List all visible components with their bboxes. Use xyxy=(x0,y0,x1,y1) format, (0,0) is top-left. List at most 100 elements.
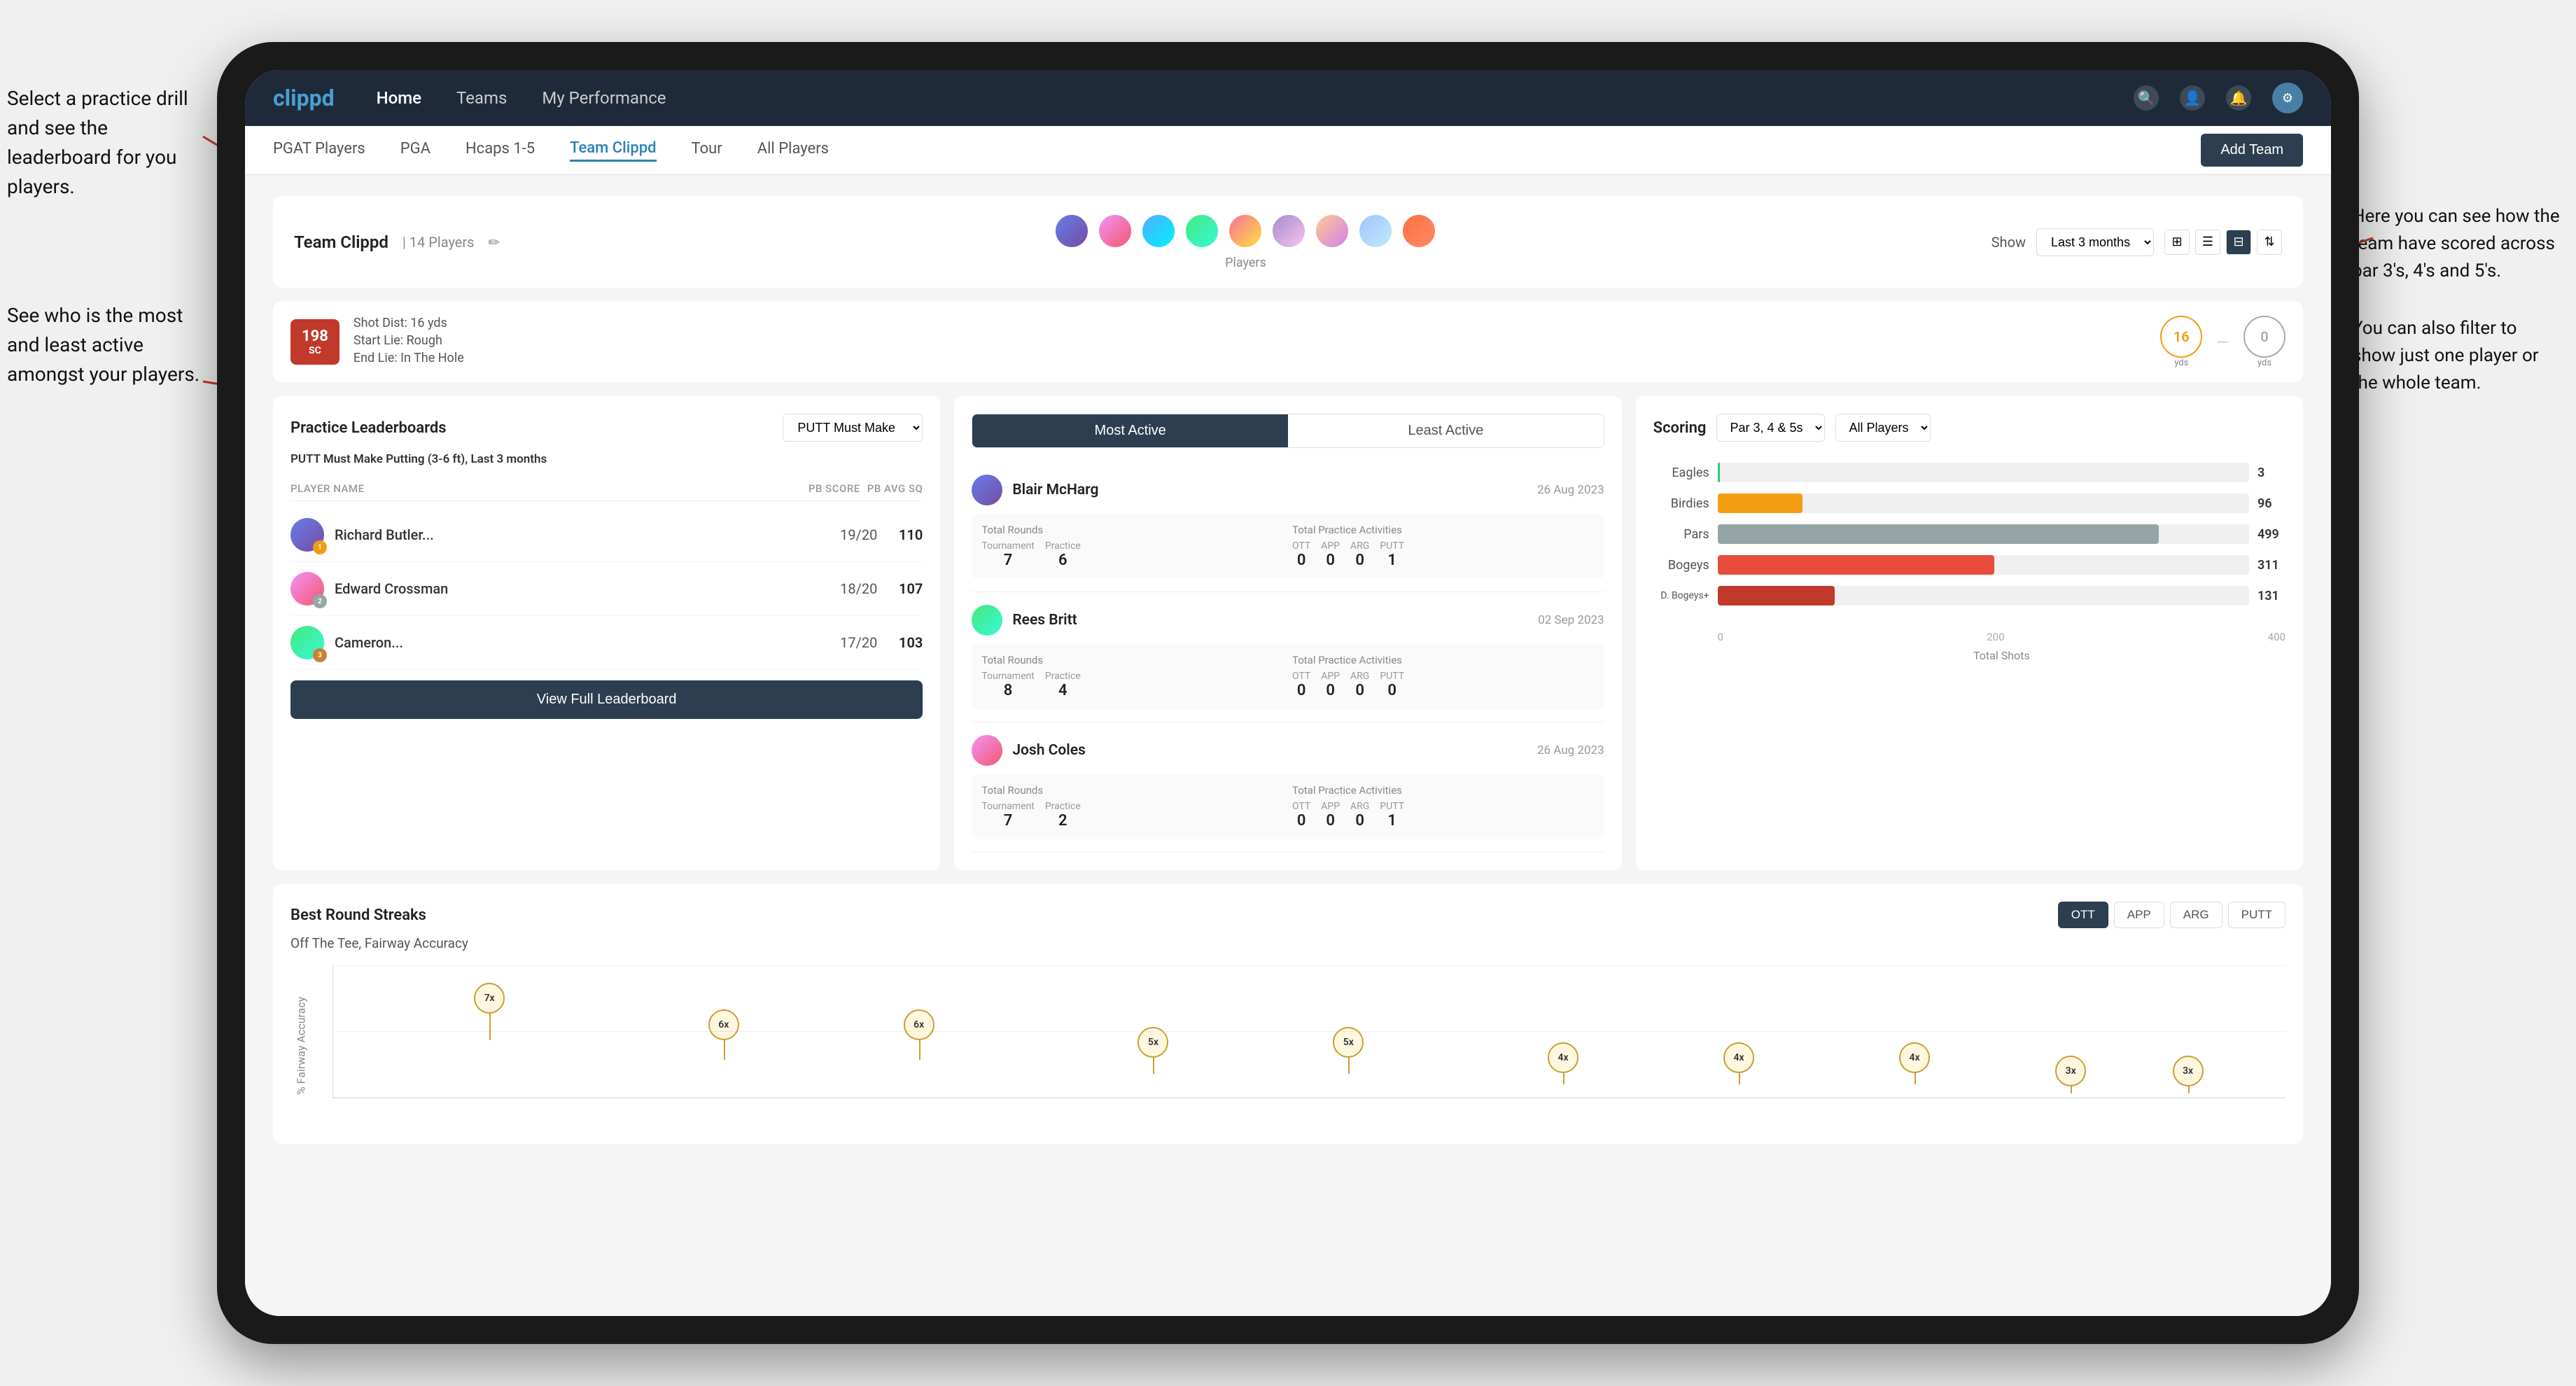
scoring-header: Scoring Par 3, 4 & 5s Par 3s Par 4s Par … xyxy=(1653,414,2286,442)
player-name-3: Cameron... xyxy=(335,634,825,651)
nav-link-teams[interactable]: Teams xyxy=(456,88,507,108)
user-avatar[interactable]: ⚙ xyxy=(2272,83,2303,113)
team-title: Team Clippd xyxy=(294,232,388,252)
activity-player-1: Blair McHarg 26 Aug 2023 xyxy=(972,475,1604,505)
player-name-2: Edward Crossman xyxy=(335,580,825,597)
card-view-icon[interactable]: ⊟ xyxy=(2226,230,2251,255)
edit-icon[interactable]: ✏ xyxy=(489,234,500,251)
streaks-card: Best Round Streaks OTT APP ARG PUTT Off … xyxy=(273,884,2303,1144)
leaderboard-header: PLAYER NAME PB SCORE PB AVG SQ xyxy=(290,477,923,501)
three-col-section: Practice Leaderboards PUTT Must Make Put… xyxy=(273,396,2303,870)
user-icon[interactable]: 👤 xyxy=(2180,85,2205,111)
bell-icon[interactable]: 🔔 xyxy=(2226,85,2251,111)
streaks-tabs: OTT APP ARG PUTT xyxy=(2058,902,2286,928)
bubble-4x-1: 4x xyxy=(1548,1042,1578,1073)
activity-date-2: 02 Sep 2023 xyxy=(1538,613,1604,627)
connector: — xyxy=(2216,332,2230,352)
player-avatar-2: 2 xyxy=(290,572,324,606)
par-filter-select[interactable]: Par 3, 4 & 5s Par 3s Par 4s Par 5s xyxy=(1716,414,1825,442)
subnav-tour[interactable]: Tour xyxy=(692,140,722,160)
view-icons: ⊞ ☰ ⊟ ⇅ xyxy=(2164,230,2282,255)
player-score-3: 17/20 xyxy=(835,634,877,651)
nav-icons: 🔍 👤 🔔 ⚙ xyxy=(2134,83,2303,113)
tab-putt[interactable]: PUTT xyxy=(2228,902,2286,928)
least-active-toggle[interactable]: Least Active xyxy=(1288,414,1604,447)
practice-group-3: Total Practice Activities OTT0 APP0 ARG0… xyxy=(1292,784,1595,830)
rounds-group: Total Rounds Tournament7 Practice6 xyxy=(981,524,1284,569)
bubble-3x-2: 3x xyxy=(2173,1056,2204,1086)
col-player-name: PLAYER NAME xyxy=(290,482,802,495)
chart-axis: 0 200 400 xyxy=(1653,631,2286,643)
period-select[interactable]: Last 3 months Last 6 months Last year xyxy=(2036,228,2154,256)
activity-avatar-1 xyxy=(972,475,1002,505)
search-icon[interactable]: 🔍 xyxy=(2134,85,2159,111)
activity-date-3: 26 Aug 2023 xyxy=(1537,743,1604,757)
bar-row-bogeys: Bogeys 311 xyxy=(1653,555,2286,575)
medal-gold: 1 xyxy=(313,540,327,554)
subnav-all-players[interactable]: All Players xyxy=(757,140,829,160)
nav-link-myperformance[interactable]: My Performance xyxy=(542,88,666,108)
bar-fill-eagles xyxy=(1718,463,1721,482)
bubble-4x-2: 4x xyxy=(1723,1042,1754,1073)
show-label: Show xyxy=(1991,234,2026,251)
activity-row-1: Blair McHarg 26 Aug 2023 Total Rounds To… xyxy=(972,462,1604,592)
bar-label-pars: Pars xyxy=(1653,527,1709,542)
subnav-hcaps[interactable]: Hcaps 1-5 xyxy=(465,140,535,160)
bar-row-birdies: Birdies 96 xyxy=(1653,493,2286,513)
bubble-3x-1: 3x xyxy=(2055,1056,2086,1086)
drill-select[interactable]: PUTT Must Make Putting... xyxy=(783,414,923,442)
annotation-top-right: Here you can see how the team have score… xyxy=(2352,203,2562,285)
toggle-bar: Most Active Least Active xyxy=(972,414,1604,448)
nav-link-home[interactable]: Home xyxy=(377,88,421,108)
bar-fill-dbogeys xyxy=(1718,586,1835,606)
bar-label-bogeys: Bogeys xyxy=(1653,558,1709,573)
list-view-icon[interactable]: ☰ xyxy=(2195,230,2220,255)
medal-bronze: 3 xyxy=(313,648,327,662)
most-active-card: Most Active Least Active Blair McHarg 26… xyxy=(954,396,1621,870)
view-full-leaderboard-button[interactable]: View Full Leaderboard xyxy=(290,680,923,719)
filter-icon[interactable]: ⇅ xyxy=(2257,230,2282,255)
tab-ott[interactable]: OTT xyxy=(2058,902,2108,928)
main-content: Team Clippd | 14 Players ✏ xyxy=(245,175,2331,1316)
player-avatar xyxy=(1228,214,1263,248)
activity-row-3: Josh Coles 26 Aug 2023 Total Rounds Tour… xyxy=(972,722,1604,853)
activity-player-3: Josh Coles 26 Aug 2023 xyxy=(972,735,1604,766)
bubble-7x: 7x xyxy=(474,983,505,1014)
rounds-group-3: Total Rounds Tournament7 Practice2 xyxy=(981,784,1284,830)
most-active-toggle[interactable]: Most Active xyxy=(972,414,1288,447)
streaks-header: Best Round Streaks OTT APP ARG PUTT xyxy=(290,902,2286,928)
bubble-6x-1: 6x xyxy=(708,1009,739,1040)
bar-value-pars: 499 xyxy=(2258,527,2286,542)
team-count: | 14 Players xyxy=(402,234,475,251)
shot-details: Shot Dist: 16 yds Start Lie: Rough End L… xyxy=(354,316,464,368)
col-avg: PB AVG SQ xyxy=(867,482,923,495)
player-avatar xyxy=(1401,214,1436,248)
player-avatar xyxy=(1098,214,1133,248)
player-avatar xyxy=(1184,214,1219,248)
streaks-title: Best Round Streaks xyxy=(290,906,426,924)
nav-links: Home Teams My Performance xyxy=(377,88,2134,108)
tab-arg[interactable]: ARG xyxy=(2170,902,2222,928)
bar-container-birdies xyxy=(1718,493,2249,513)
bubble-4x-3: 4x xyxy=(1899,1042,1930,1073)
tab-app[interactable]: APP xyxy=(2114,902,2164,928)
player-filter-select[interactable]: All Players xyxy=(1835,414,1931,442)
col-score: PB SCORE xyxy=(808,482,860,495)
practice-leaderboards-card: Practice Leaderboards PUTT Must Make Put… xyxy=(273,396,940,870)
bar-fill-pars xyxy=(1718,524,2159,544)
tablet-screen: clippd Home Teams My Performance 🔍 👤 🔔 ⚙… xyxy=(245,70,2331,1316)
medal-silver: 2 xyxy=(313,594,327,608)
leaderboard-row: 2 Edward Crossman 18/20 107 xyxy=(290,562,923,616)
grid-view-icon[interactable]: ⊞ xyxy=(2164,230,2190,255)
streak-chart: 7x 6x 6x 5x 5x xyxy=(332,965,2286,1098)
bar-container-dbogeys xyxy=(1718,586,2249,606)
practice-group-2: Total Practice Activities OTT0 APP0 ARG0… xyxy=(1292,654,1595,699)
add-team-button[interactable]: Add Team xyxy=(2201,134,2303,167)
subnav-team-clippd[interactable]: Team Clippd xyxy=(570,139,656,162)
rounds-group-2: Total Rounds Tournament8 Practice4 xyxy=(981,654,1284,699)
activity-date-1: 26 Aug 2023 xyxy=(1537,483,1604,497)
activity-stats-1: Total Rounds Tournament7 Practice6 Total… xyxy=(972,514,1604,579)
subnav-pgat[interactable]: PGAT Players xyxy=(273,140,365,160)
bar-row-dbogeys: D. Bogeys+ 131 xyxy=(1653,586,2286,606)
subnav-pga[interactable]: PGA xyxy=(400,140,430,160)
